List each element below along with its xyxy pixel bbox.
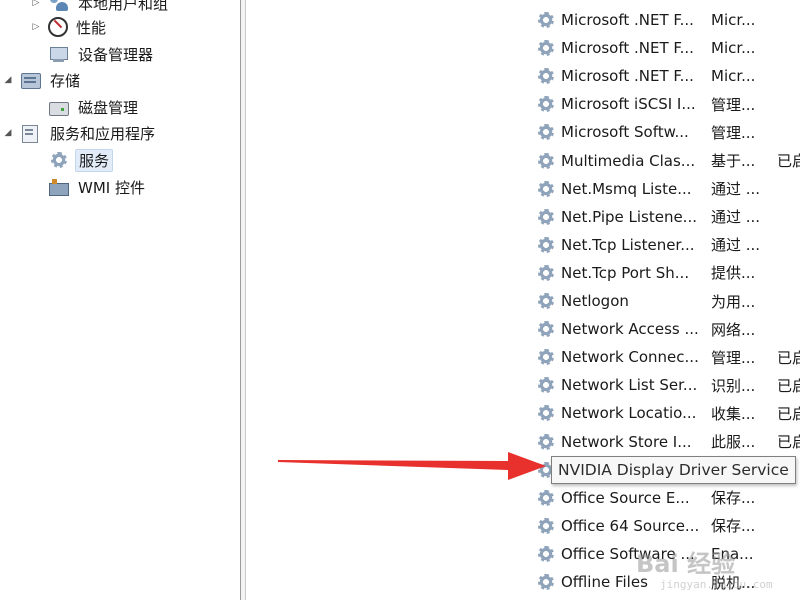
annotation-arrow [278, 452, 546, 480]
arrow-shape [278, 452, 546, 480]
watermark-url: jingyan.baidu.com [660, 578, 773, 591]
watermark-logo: Bai 经验 [636, 550, 736, 578]
